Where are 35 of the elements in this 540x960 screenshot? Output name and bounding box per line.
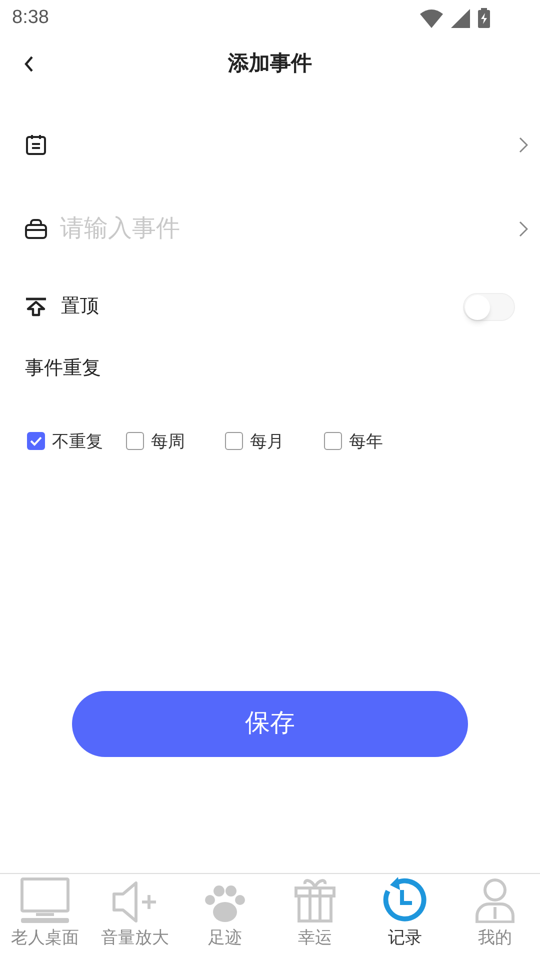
checkbox[interactable] [126, 432, 144, 450]
checkbox[interactable] [27, 432, 45, 450]
back-icon [24, 55, 34, 73]
monitor-icon [20, 876, 70, 922]
chevron-right-icon [518, 221, 528, 237]
pin-label: 置顶 [61, 294, 99, 319]
repeat-option[interactable]: 不重复 [27, 428, 126, 454]
checkbox[interactable] [225, 432, 243, 450]
tab-item[interactable]: 我的 [450, 874, 540, 960]
pin-toggle[interactable] [463, 293, 515, 321]
repeat-option[interactable]: 每年 [324, 428, 423, 454]
battery-icon [478, 8, 490, 28]
clock-history-icon [382, 876, 428, 922]
status-time: 8:38 [12, 6, 49, 30]
page-title: 添加事件 [228, 51, 312, 78]
repeat-option[interactable]: 每月 [225, 428, 324, 454]
repeat-label: 事件重复 [25, 357, 102, 381]
tab-item[interactable]: 老人桌面 [0, 874, 90, 960]
pin-to-top-icon [25, 297, 47, 317]
tab-item[interactable]: 幸运 [270, 874, 360, 960]
signal-icon [451, 8, 470, 28]
save-button[interactable]: 保存 [72, 691, 468, 757]
tab-item[interactable]: 记录 [360, 874, 450, 960]
paw-icon [204, 884, 246, 922]
tab-item[interactable]: 音量放大 [90, 874, 180, 960]
gift-icon [294, 876, 336, 922]
speaker-plus-icon [112, 880, 158, 922]
chevron-right-icon [518, 137, 528, 153]
wifi-icon [420, 8, 443, 28]
briefcase-icon [25, 219, 47, 239]
tab-item[interactable]: 足迹 [180, 874, 270, 960]
calendar-icon [25, 134, 47, 156]
repeat-option[interactable]: 每周 [126, 428, 225, 454]
person-icon [475, 876, 515, 922]
checkbox[interactable] [324, 432, 342, 450]
